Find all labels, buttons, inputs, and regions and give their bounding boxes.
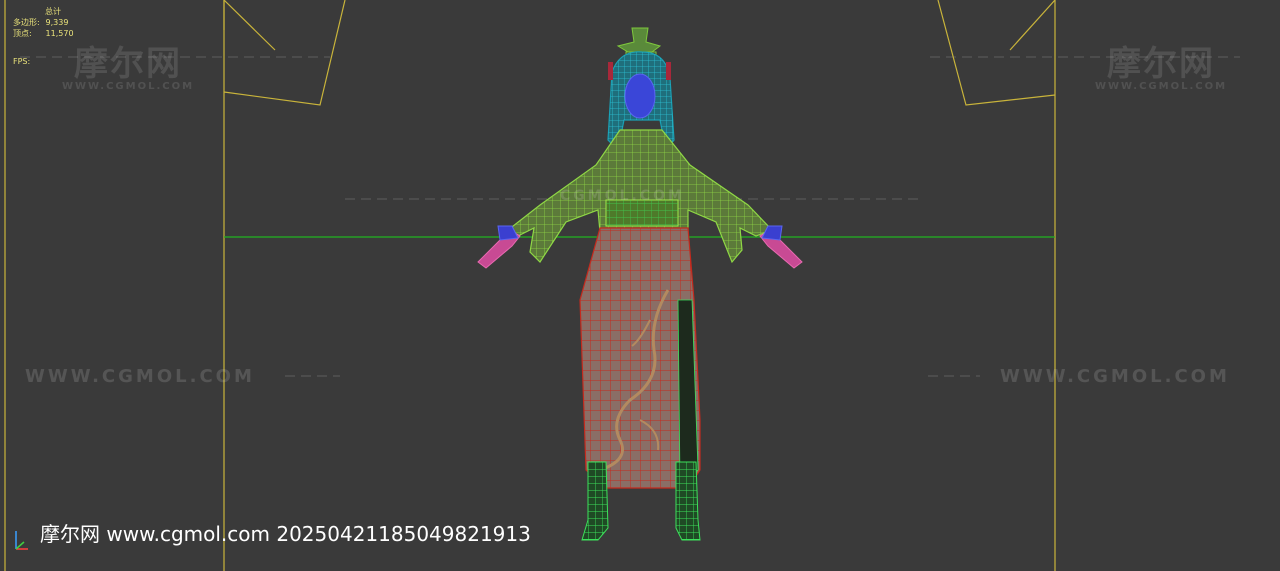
3d-viewport[interactable]: 总计 多边形: 9,339 顶点: 11,570 FPS: 摩尔网 WWW.CG… <box>0 0 1280 571</box>
face <box>624 73 656 119</box>
watermark-url-right: WWW.CGMOL.COM <box>1000 366 1230 387</box>
stats-header: 总计 <box>45 7 61 16</box>
fps-label: FPS: <box>13 57 31 66</box>
verts-label: 顶点: <box>13 29 32 38</box>
watermark-url-left: WWW.CGMOL.COM <box>25 366 255 387</box>
watermark-url-center: CGMOL.COM <box>560 188 685 204</box>
character-model[interactable] <box>477 27 803 541</box>
watermark-logo-left: 摩尔网 WWW.CGMOL.COM <box>62 44 195 92</box>
headdress <box>616 27 662 53</box>
axis-gizmo-icon <box>15 531 28 550</box>
viewport-statistics: 总计 多边形: 9,339 顶点: 11,570 <box>13 6 74 39</box>
polys-value: 9,339 <box>45 18 69 27</box>
watermark-logo-right: 摩尔网 WWW.CGMOL.COM <box>1095 44 1228 92</box>
footer-watermark-text: 摩尔网 www.cgmol.com 20250421185049821913 <box>40 522 531 546</box>
polys-label: 多边形: <box>13 18 40 27</box>
